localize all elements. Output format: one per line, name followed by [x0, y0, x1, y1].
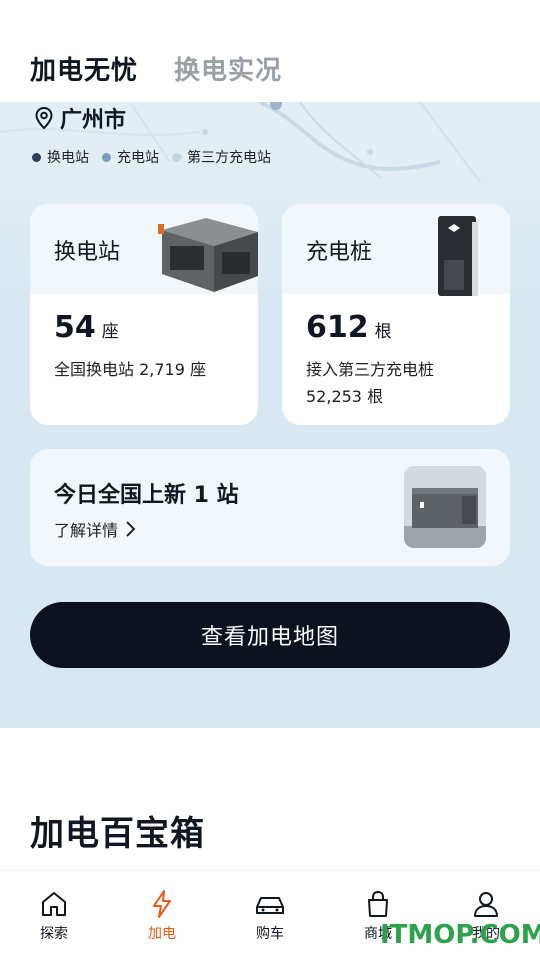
nav-label: 购车 [256, 926, 284, 942]
charger-count-value: 612 [306, 310, 369, 345]
swap-national-total: 全国换电站 2,719 座 [54, 360, 206, 379]
legend-third-party-station: 第三方充电站 [172, 147, 271, 167]
legend-swap-station: 换电站 [32, 147, 89, 167]
view-charging-map-button[interactable]: 查看加电地图 [30, 602, 510, 668]
learn-more-label: 了解详情 [54, 521, 119, 540]
tab-swap-live[interactable]: 换电实况 [174, 50, 282, 87]
new-station-card[interactable]: 今日全国上新 1 站 了解详情 [30, 449, 510, 566]
legend-label: 换电站 [47, 150, 89, 166]
shopping-bag-icon [368, 890, 388, 917]
card-header: 换电站 [30, 204, 258, 294]
charger-title: 充电桩 [306, 240, 373, 265]
person-icon [474, 892, 498, 917]
city-name: 广州市 [60, 108, 127, 133]
home-icon [42, 892, 66, 916]
watermark: ITMOP.COM [380, 920, 540, 950]
swap-station-image [158, 218, 258, 292]
charger-card[interactable]: 充电桩 612 根 接入第三方充电桩 52,253 根 [282, 204, 510, 425]
charger-count: 612 根 [306, 310, 392, 345]
nav-label: 加电 [148, 926, 176, 942]
legend-dot [172, 152, 181, 162]
charger-image [438, 216, 478, 296]
card-header: 充电桩 [282, 204, 510, 296]
nav-label: 探索 [40, 926, 68, 942]
legend-label: 充电站 [117, 150, 159, 166]
toolbox-title: 加电百宝箱 [30, 814, 205, 854]
legend-dot [32, 152, 41, 162]
learn-more-link[interactable]: 了解详情 [54, 517, 136, 541]
map-area: 广州市 换电站 充电站 第三方充电站 换电站 54 座 全国换电站 2,719 … [0, 102, 540, 728]
legend-dot [102, 152, 111, 162]
swap-count-value: 54 [54, 310, 96, 345]
location-selector[interactable]: 广州市 [32, 102, 126, 134]
map-legend: 换电站 充电站 第三方充电站 [32, 147, 284, 167]
legend-label: 第三方充电站 [187, 150, 271, 166]
third-party-label: 接入第三方充电桩 [306, 360, 435, 379]
nav-explore[interactable]: 探索 [0, 871, 108, 960]
lightning-icon [153, 890, 171, 918]
swap-station-count: 54 座 [54, 310, 119, 345]
station-photo-image [404, 466, 486, 548]
third-party-total: 52,253 根 [306, 387, 384, 406]
legend-charging-station: 充电站 [102, 147, 159, 167]
swap-station-card[interactable]: 换电站 54 座 全国换电站 2,719 座 [30, 204, 258, 425]
charger-count-unit: 根 [374, 322, 392, 342]
tab-charging-worry-free[interactable]: 加电无忧 [30, 50, 138, 87]
car-icon [256, 897, 284, 914]
new-station-title: 今日全国上新 1 站 [54, 483, 239, 508]
swap-count-unit: 座 [101, 322, 119, 342]
nav-buy-car[interactable]: 购车 [216, 871, 324, 960]
header: 加电无忧 换电实况 [0, 0, 540, 102]
new-station-thumbnail [404, 466, 486, 548]
chevron-right-icon [126, 521, 136, 537]
nav-charging[interactable]: 加电 [108, 871, 216, 960]
swap-station-title: 换电站 [54, 240, 121, 265]
location-pin-icon [35, 106, 53, 130]
